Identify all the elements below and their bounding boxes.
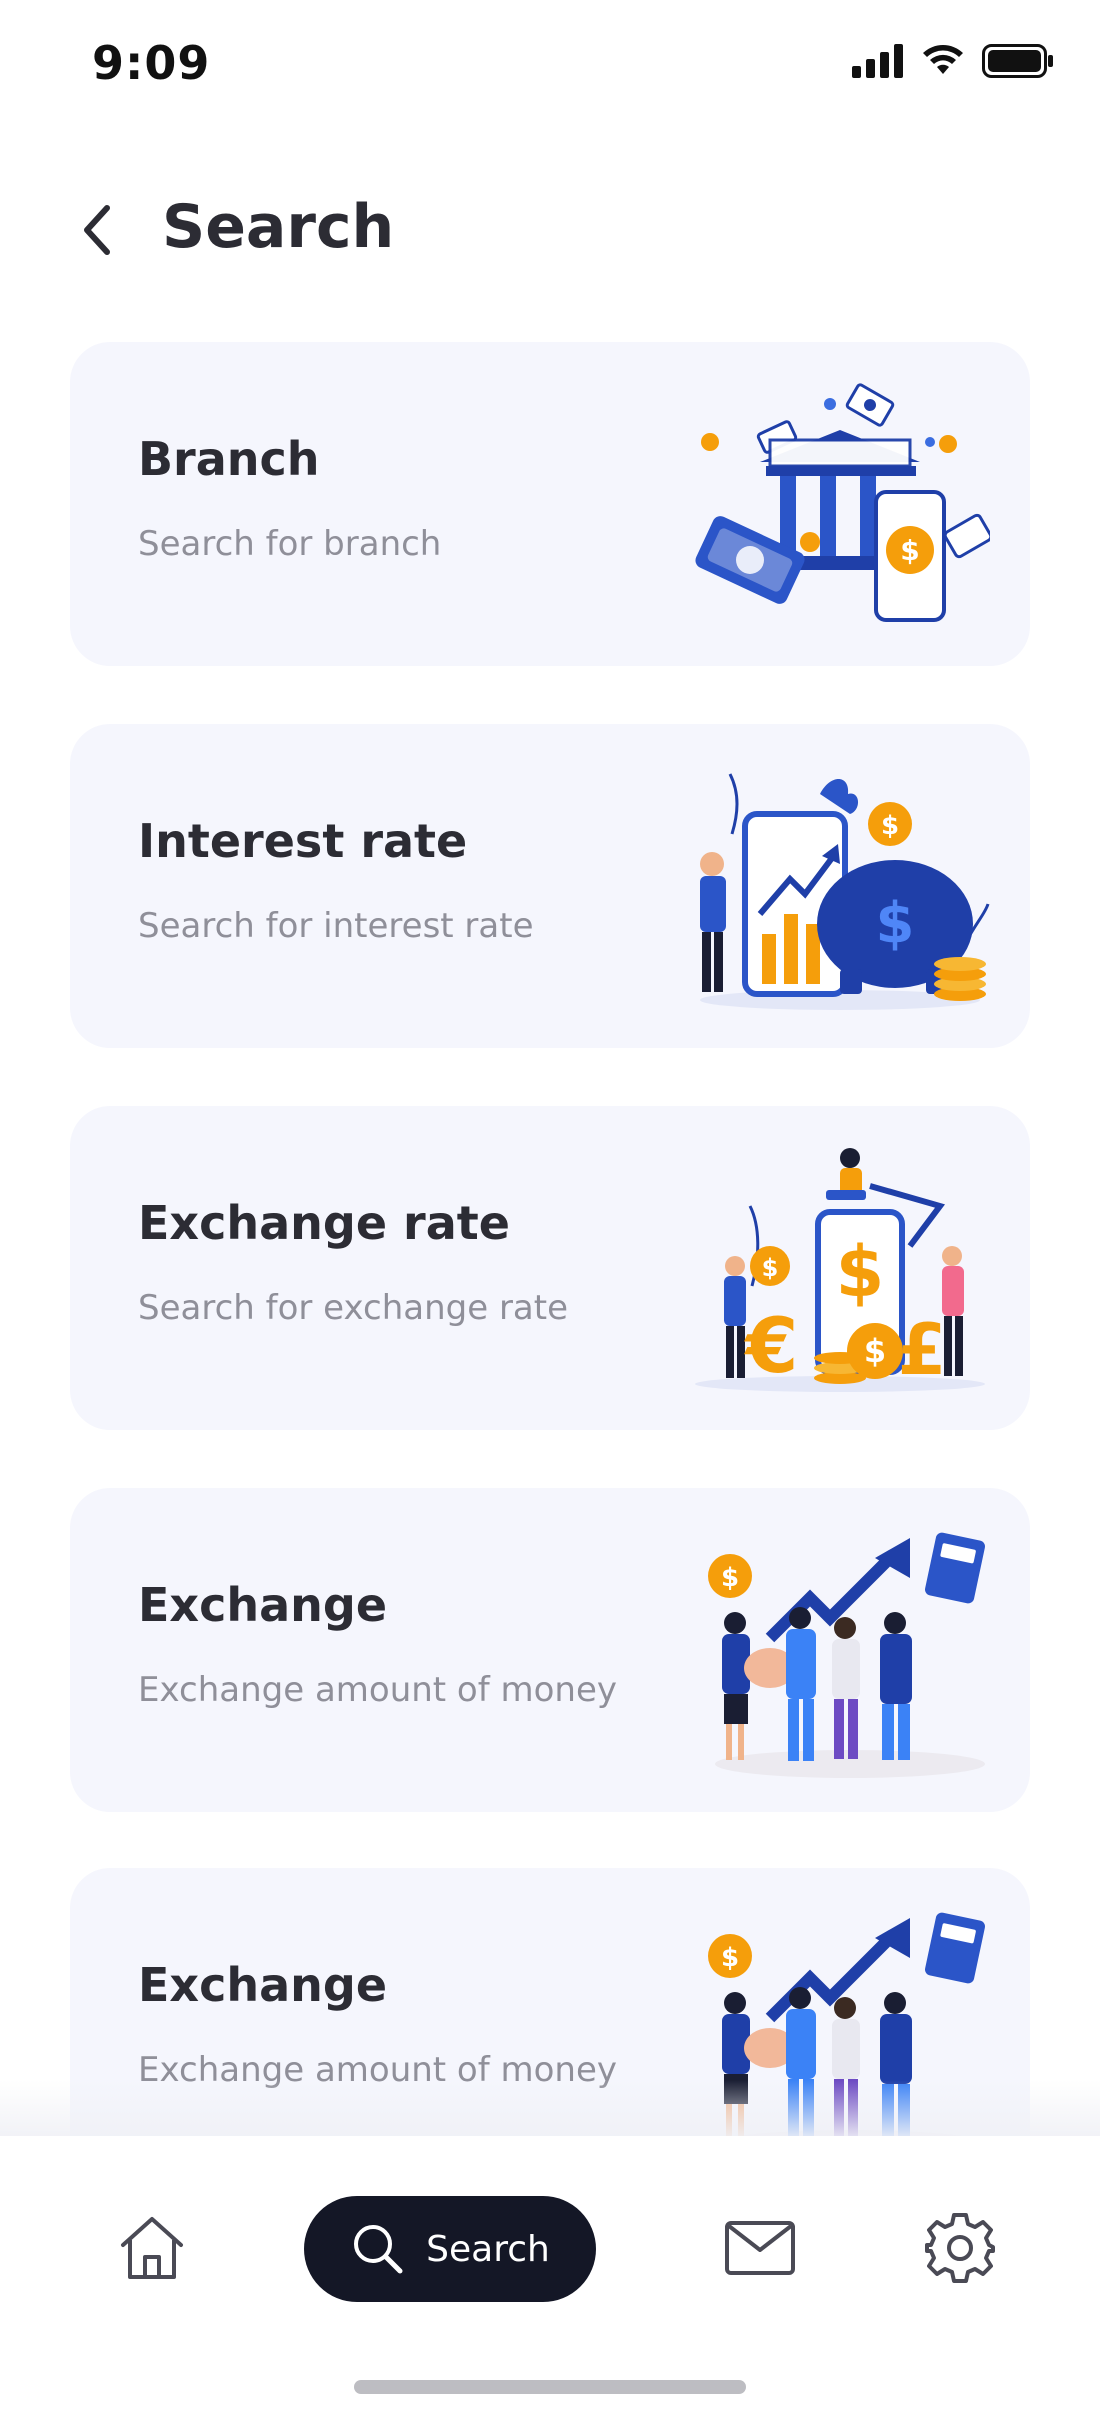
bottom-nav: Search xyxy=(0,2136,1100,2416)
page-title: Search xyxy=(162,192,395,262)
svg-text:$: $ xyxy=(881,811,899,841)
svg-text:$: $ xyxy=(762,1254,779,1282)
svg-text:$: $ xyxy=(721,1943,739,1973)
nav-search-button[interactable]: Search xyxy=(304,2196,596,2302)
card-title: Exchange xyxy=(138,1578,388,1632)
signal-icon xyxy=(852,44,903,78)
bottom-nav-shadow xyxy=(0,2080,1100,2136)
svg-text:$: $ xyxy=(864,1332,886,1370)
card-title: Exchange rate xyxy=(138,1196,510,1250)
nav-search-label: Search xyxy=(426,2228,550,2270)
interest-rate-card[interactable]: Interest rate Search for interest rate $ xyxy=(70,724,1030,1048)
battery-icon xyxy=(982,44,1053,78)
card-title: Interest rate xyxy=(138,814,468,868)
home-icon xyxy=(121,2217,183,2279)
piggy-bank-growth-illustration: $ $ xyxy=(700,773,990,1010)
back-button[interactable] xyxy=(66,200,126,260)
exchange-rate-card[interactable]: Exchange rate Search for exchange rate $… xyxy=(70,1106,1030,1430)
svg-text:$: $ xyxy=(836,1231,885,1313)
search-icon xyxy=(354,2225,403,2274)
svg-text:$: $ xyxy=(900,534,919,567)
home-indicator xyxy=(354,2380,746,2394)
header: Search xyxy=(0,170,1100,290)
bank-illustration: $ xyxy=(695,383,990,622)
svg-text:€: € xyxy=(744,1301,799,1390)
status-time: 9:09 xyxy=(92,36,211,90)
exchange-card[interactable]: Exchange Exchange amount of money $ xyxy=(70,1488,1030,1812)
card-title: Exchange xyxy=(138,1958,388,2012)
gear-icon xyxy=(925,2213,995,2283)
card-subtitle: Exchange amount of money xyxy=(138,1670,618,1710)
chevron-left-icon xyxy=(84,205,110,255)
svg-text:$: $ xyxy=(721,1563,739,1593)
branch-card[interactable]: Branch Search for branch $ xyxy=(70,342,1030,666)
card-subtitle: Search for branch xyxy=(138,524,442,564)
card-subtitle: Search for exchange rate xyxy=(138,1288,569,1328)
team-celebration-illustration: $ xyxy=(708,1532,985,1778)
wifi-icon xyxy=(923,45,963,74)
nav-home-button[interactable] xyxy=(112,2208,192,2288)
svg-text:$: $ xyxy=(876,891,915,956)
card-title: Branch xyxy=(138,432,320,486)
currency-exchange-illustration: $ $ € $ £ xyxy=(695,1148,985,1392)
nav-messages-button[interactable] xyxy=(720,2208,800,2288)
svg-text:£: £ xyxy=(898,1309,947,1391)
nav-settings-button[interactable] xyxy=(918,2206,1002,2290)
search-screen: 9:09 Search Branch Search for branch $ I… xyxy=(0,0,1100,2416)
mail-icon xyxy=(725,2221,795,2275)
card-subtitle: Search for interest rate xyxy=(138,906,534,946)
status-icons xyxy=(852,44,1054,78)
status-bar: 9:09 xyxy=(0,0,1100,130)
